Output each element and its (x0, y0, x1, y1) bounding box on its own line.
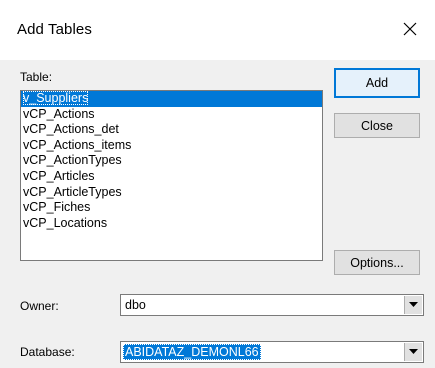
title-bar: Add Tables (0, 0, 435, 60)
list-item[interactable]: vCP_Actions (21, 107, 322, 123)
list-item[interactable]: vCP_Articles (21, 169, 322, 185)
list-item[interactable]: vCP_ActionTypes (21, 153, 322, 169)
owner-dropdown-button[interactable] (404, 296, 422, 314)
list-item[interactable]: vCP_Locations (21, 216, 322, 232)
list-item[interactable]: vCP_Actions_det (21, 122, 322, 138)
close-button[interactable]: Close (334, 113, 420, 138)
database-value: ABIDATAZ_DEMONL66 (123, 344, 261, 360)
close-icon (403, 22, 417, 36)
database-label: Database: (20, 345, 75, 359)
options-button[interactable]: Options... (334, 250, 420, 275)
table-list[interactable]: v_Suppliers vCP_Actions vCP_Actions_det … (20, 90, 323, 261)
list-item[interactable]: v_Suppliers (21, 91, 322, 107)
owner-value: dbo (125, 298, 146, 312)
list-item[interactable]: vCP_Actions_items (21, 138, 322, 154)
database-dropdown-button[interactable] (404, 343, 422, 361)
add-button[interactable]: Add (334, 68, 420, 98)
database-select[interactable]: ABIDATAZ_DEMONL66 (120, 341, 424, 363)
chevron-down-icon (409, 349, 418, 354)
close-window-button[interactable] (397, 16, 423, 42)
list-item[interactable]: vCP_ArticleTypes (21, 185, 322, 201)
chevron-down-icon (409, 302, 418, 307)
table-label: Table: (20, 70, 53, 84)
owner-label: Owner: (20, 299, 59, 313)
add-tables-dialog: Add Tables Table: v_Suppliers vCP_Action… (0, 0, 435, 368)
list-item[interactable]: vCP_Fiches (21, 200, 322, 216)
owner-select[interactable]: dbo (120, 294, 424, 316)
dialog-title: Add Tables (17, 21, 92, 38)
